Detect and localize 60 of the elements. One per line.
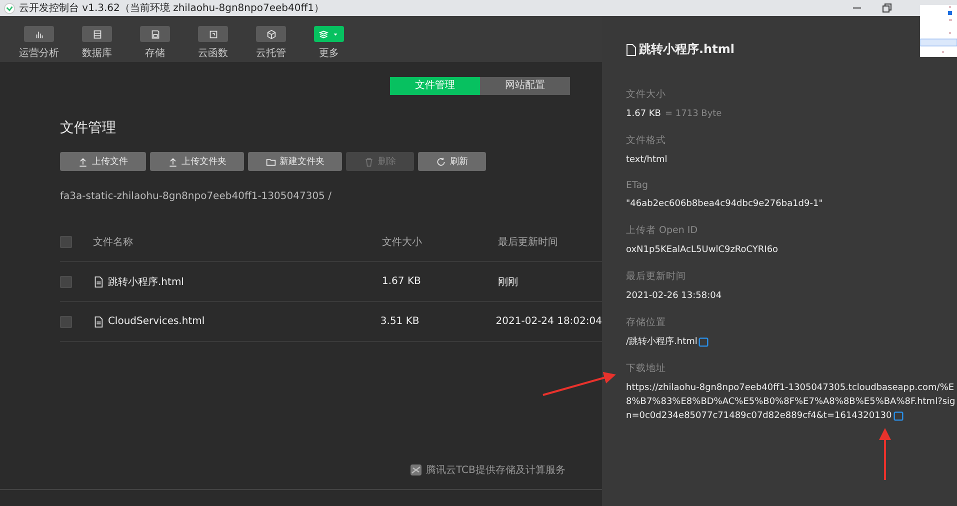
toolbar-item[interactable]: 存储 <box>139 16 171 60</box>
upload-icon <box>78 156 88 166</box>
code-snippet-drawing <box>920 5 957 57</box>
tab[interactable]: 网站配置 <box>480 77 570 95</box>
field-label: 上传者 Open ID <box>626 224 699 237</box>
caret-icon <box>332 30 339 38</box>
document-icon <box>626 44 636 56</box>
toolbar-button[interactable]: 刷新 <box>418 152 486 171</box>
layers-icon <box>319 28 330 40</box>
file-icon <box>93 276 104 288</box>
footer-text: 腾讯云TCB提供存储及计算服务 <box>426 464 566 477</box>
field-label: 文件格式 <box>626 134 667 147</box>
page-heading: 文件管理 <box>60 119 117 137</box>
cube-icon <box>266 28 276 40</box>
field-label: 文件大小 <box>626 88 667 101</box>
table-cell-text: 刚刚 <box>498 276 519 288</box>
column-header: 文件大小 <box>382 236 423 248</box>
size-note: = 1713 Byte <box>664 109 722 119</box>
field-label: 下载地址 <box>626 362 667 375</box>
file-name[interactable]: CloudServices.html <box>108 316 205 327</box>
toolbar-item[interactable]: 云托管 <box>255 16 287 60</box>
copy-icon[interactable] <box>698 336 710 348</box>
checkbox[interactable] <box>60 236 72 248</box>
annotation-arrow <box>879 428 891 480</box>
table-cell: 2021-02-24 18:02:04 <box>496 316 602 327</box>
file-name[interactable]: 跳转小程序.html <box>108 274 184 288</box>
trash-icon <box>364 156 374 166</box>
field-label: 存储位置 <box>626 316 667 329</box>
square-icon <box>208 28 218 40</box>
refresh-icon <box>436 156 446 166</box>
field-value: text/html <box>626 155 668 165</box>
checkbox[interactable] <box>60 276 72 288</box>
table-cell-text: 3.51 KB <box>380 316 420 327</box>
table-cell-text: 1.67 KB <box>382 276 422 287</box>
field-value: /跳转小程序.html <box>626 337 710 347</box>
column-header: 最后更新时间 <box>498 236 559 248</box>
field-value: 1.67 KB <box>626 109 661 119</box>
toolbar-item[interactable]: 数据库 <box>81 16 113 60</box>
toolbar-button[interactable]: 上传文件 <box>60 152 146 171</box>
field-value: 2021-02-26 13:58:04 <box>626 291 722 301</box>
toolbar-button[interactable]: 新建文件夹 <box>248 152 342 171</box>
folder-icon <box>266 156 276 166</box>
field-label: 最后更新时间 <box>626 270 687 283</box>
toolbar-button[interactable]: 上传文件夹 <box>150 152 244 171</box>
checkbox[interactable] <box>60 316 72 328</box>
file-icon <box>92 316 104 328</box>
upload-icon <box>168 156 178 166</box>
restore-icon[interactable] <box>882 3 892 13</box>
field-value: oxN1p5KEalAcL5UwlC9zRoCYRI6o <box>626 245 778 255</box>
toolbar-item[interactable]: 云函数 <box>197 16 229 60</box>
toolbar-item[interactable]: 更多 <box>313 16 345 60</box>
field-value: https://zhilaohu-8gn8npo7eeb40ff1-1305047305.tcloudbaseapp.com/%E8%B7%83%E8%BD%AC%E5%B0%8F%E7%A8%8B%E5%BA%8F.html?sign=0c0d234e85077c71489c07d82e889cf4&t=1614320130 <box>626 383 956 421</box>
bucket-path: fa3a-static-zhilaohu-8gn8npo7eeb40ff1-1305047305 / <box>60 191 332 202</box>
field-value: "46ab2ec606b8bea4c94dbc9e276ba1d9-1" <box>626 199 823 209</box>
field-label: ETag <box>626 180 650 191</box>
file-title: 跳转小程序.html <box>639 41 734 58</box>
column-header: 文件名称 <box>93 236 134 248</box>
window-title: 云开发控制台 v1.3.62（当前环境 zhilaohu-8gn8npo7eeb40ff1） <box>19 2 324 15</box>
copy-icon[interactable] <box>892 410 904 422</box>
list-icon <box>92 28 102 40</box>
